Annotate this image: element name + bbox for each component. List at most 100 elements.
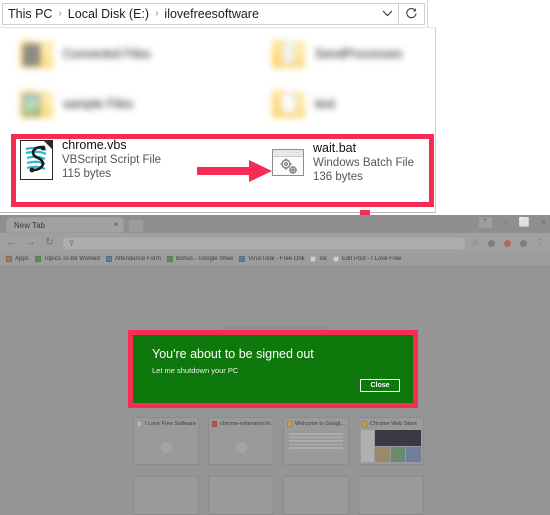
tile-placeholder-circle: [161, 441, 172, 453]
sheets-icon: [166, 256, 173, 262]
maximize-button[interactable]: ⬜: [519, 216, 530, 228]
bookmark-attendance-form[interactable]: Attendance Form: [105, 256, 161, 262]
tile-body: [359, 429, 423, 464]
breadcrumb-item-this-pc[interactable]: This PC: [3, 4, 57, 24]
file-item-blurred[interactable]: Converted Files: [20, 40, 151, 69]
shortcut-tiles: I Love Free Software chrome-extension://…: [133, 417, 424, 465]
menu-icon[interactable]: ⋮: [536, 238, 544, 248]
page-icon: [332, 256, 339, 262]
bookmark-isk[interactable]: isk: [310, 256, 327, 262]
shortcut-tile-i-love-free-software[interactable]: I Love Free Software: [133, 417, 199, 465]
dialog-title: You're about to be signed out: [152, 347, 314, 361]
tile-header: Chrome Web Store: [359, 418, 423, 429]
forms-icon: [105, 256, 112, 262]
file-item-blurred[interactable]: SendProcesses: [272, 40, 403, 69]
bookmarks-bar: Apps Topics To Be Worked Attendance Form…: [0, 253, 550, 266]
file-item-name: test: [315, 97, 336, 111]
file-item-name: SendProcesses: [315, 47, 403, 61]
folder-icon: [20, 90, 54, 119]
back-button[interactable]: ←: [4, 236, 19, 250]
shortcut-tile[interactable]: [358, 476, 424, 515]
tile-label: Chrome Web Store: [370, 420, 417, 427]
bookmark-label: Apps: [15, 256, 29, 262]
refresh-button[interactable]: [399, 2, 425, 25]
toolbar-icon-group: ☆ ⋮: [472, 238, 544, 248]
page-icon: [310, 256, 317, 262]
shortcut-tile[interactable]: [283, 476, 349, 515]
profile-avatar-icon[interactable]: [504, 239, 511, 247]
dialog-close-button[interactable]: Close: [360, 379, 400, 392]
arrow-right-icon: [197, 158, 273, 184]
highlight-box-dialog: You're about to be signed out Let me shu…: [128, 330, 418, 408]
tab-new-tab[interactable]: New Tab ×: [6, 217, 124, 233]
close-icon[interactable]: ×: [113, 221, 118, 229]
breadcrumb-item-ilovefreesoftware[interactable]: ilovefreesoftware: [159, 4, 264, 24]
tile-header: Welcome to Google C: [284, 418, 348, 429]
tile-label: chrome-extension://c: [220, 420, 272, 427]
shortcut-tile-chrome-extension[interactable]: chrome-extension://c: [208, 417, 274, 465]
restore-button[interactable]: ⤒: [478, 216, 492, 228]
star-icon[interactable]: ☆: [472, 238, 479, 248]
page-icon: [137, 420, 142, 427]
chrome-icon: [287, 420, 292, 427]
forward-button[interactable]: →: [23, 236, 38, 250]
breadcrumb[interactable]: This PC › Local Disk (E:) › ilovefreesof…: [2, 2, 399, 25]
sheets-icon: [34, 256, 41, 262]
extension-icon: [212, 420, 217, 427]
shortcut-tile[interactable]: [133, 476, 199, 515]
minimize-button[interactable]: –: [503, 216, 508, 228]
bookmark-apps[interactable]: Apps: [6, 256, 29, 262]
file-item-blurred[interactable]: sample Files: [20, 90, 133, 119]
address-bar-divider: [427, 0, 436, 28]
tile-body: [134, 429, 198, 464]
shortcut-tile-chrome-web-store[interactable]: Chrome Web Store: [358, 417, 424, 465]
folder-icon: [272, 40, 306, 69]
address-omnibox[interactable]: ⚲: [62, 236, 466, 250]
bookmark-topics-to-be-worked[interactable]: Topics To Be Worked: [34, 256, 100, 262]
breadcrumb-item-local-disk[interactable]: Local Disk (E:): [63, 4, 154, 24]
bookmark-label: Edit Post - I Love Free: [341, 256, 402, 262]
file-item-text: sample Files: [63, 97, 133, 112]
window-controls: ⤒ – ⬜ ×: [478, 216, 546, 228]
tab-label: New Tab: [14, 220, 45, 230]
explorer-address-bar: This PC › Local Disk (E:) › ilovefreesof…: [0, 0, 436, 28]
file-item-text: SendProcesses: [315, 47, 403, 62]
webstore-icon: [362, 420, 367, 427]
tile-label: Welcome to Google C: [295, 420, 348, 427]
chevron-down-icon[interactable]: [376, 4, 398, 24]
tile-thumbnail: [361, 430, 421, 462]
file-item-text: Converted Files: [63, 47, 151, 62]
bookmark-label: Attendance Form: [114, 256, 161, 262]
file-item-text: test: [315, 97, 335, 112]
dialog-message: Let me shutdown your PC: [152, 366, 239, 375]
search-icon: ⚲: [69, 239, 75, 247]
tile-body: [209, 429, 273, 464]
shortcut-tiles-row-2: [133, 476, 424, 515]
tab-strip: New Tab × ⤒ – ⬜ ×: [0, 215, 550, 233]
shortcut-tile[interactable]: [208, 476, 274, 515]
signout-dialog: You're about to be signed out Let me shu…: [133, 335, 413, 403]
apps-icon: [6, 256, 12, 262]
reload-button[interactable]: ↻: [42, 236, 57, 250]
file-item-blurred[interactable]: test: [272, 90, 335, 119]
virustotal-icon: [239, 256, 246, 262]
bookmark-label: Bonus - Google Shee: [175, 256, 234, 262]
bookmark-edit-post[interactable]: Edit Post - I Love Free: [332, 256, 402, 262]
bookmark-virustotal[interactable]: VirusTotal - Free Onli: [239, 256, 304, 262]
tile-header: chrome-extension://c: [209, 418, 273, 429]
bookmark-label: isk: [319, 256, 327, 262]
tile-header: I Love Free Software: [134, 418, 198, 429]
location-icon[interactable]: [520, 239, 527, 247]
bookmark-label: Topics To Be Worked: [43, 256, 100, 262]
browser-toolbar: ← → ↻ ⚲ ☆ ⋮: [0, 233, 550, 253]
tile-label: I Love Free Software: [145, 420, 197, 427]
bookmark-label: VirusTotal - Free Onli: [248, 256, 305, 262]
shortcut-tile-welcome-to-google-chrome[interactable]: Welcome to Google C: [283, 417, 349, 465]
tile-content-lines: [289, 433, 343, 451]
bookmark-bonus-google-sheet[interactable]: Bonus - Google Shee: [166, 256, 234, 262]
folder-icon: [20, 40, 54, 69]
extensions-icon[interactable]: [488, 239, 495, 247]
tile-body: [284, 429, 348, 464]
new-tab-button[interactable]: [128, 219, 144, 233]
close-window-button[interactable]: ×: [541, 216, 546, 228]
